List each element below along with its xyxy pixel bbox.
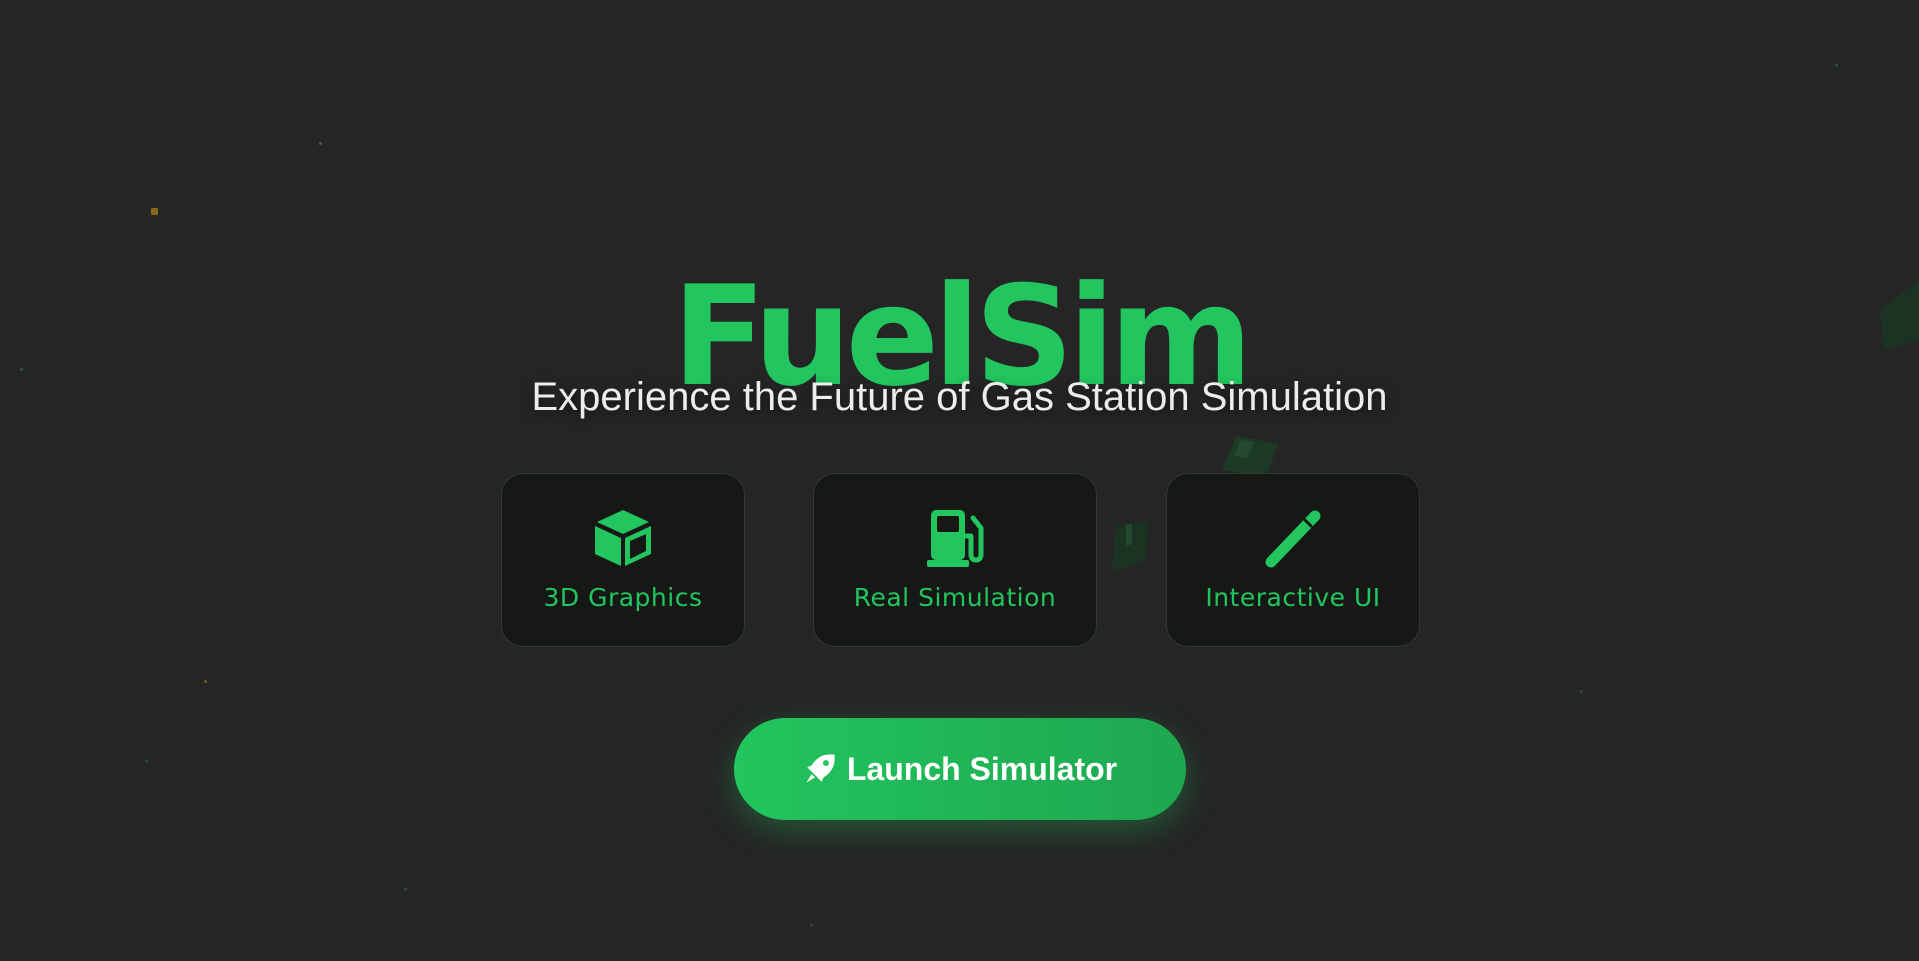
tagline: Experience the Future of Gas Station Sim…: [531, 375, 1388, 419]
feature-card-3d-graphics: 3D Graphics: [501, 473, 745, 647]
background-particle: [1580, 690, 1583, 693]
feature-label: Interactive UI: [1205, 583, 1381, 612]
feature-card-real-simulation: Real Simulation: [813, 473, 1097, 647]
launch-button-label: Launch Simulator: [846, 750, 1118, 787]
background-particle: [151, 208, 158, 215]
background-particle: [1835, 64, 1838, 67]
background-particle: [319, 142, 322, 145]
gas-pump-icon: [927, 510, 984, 567]
background-particle: [404, 888, 407, 891]
landing-page: FuelSim Experience the Future of Gas Sta…: [0, 0, 1919, 961]
floating-cube: [1112, 522, 1148, 572]
background-particle: [204, 680, 207, 683]
pen-icon: [1265, 510, 1321, 568]
feature-label: 3D Graphics: [543, 583, 703, 612]
feature-card-interactive-ui: Interactive UI: [1166, 473, 1420, 647]
background-particle: [145, 760, 148, 763]
cube-icon: [595, 510, 651, 566]
feature-label: Real Simulation: [853, 583, 1057, 612]
background-particle: [810, 924, 813, 927]
rocket-icon: [806, 754, 835, 783]
launch-simulator-button[interactable]: Launch Simulator: [734, 718, 1186, 820]
